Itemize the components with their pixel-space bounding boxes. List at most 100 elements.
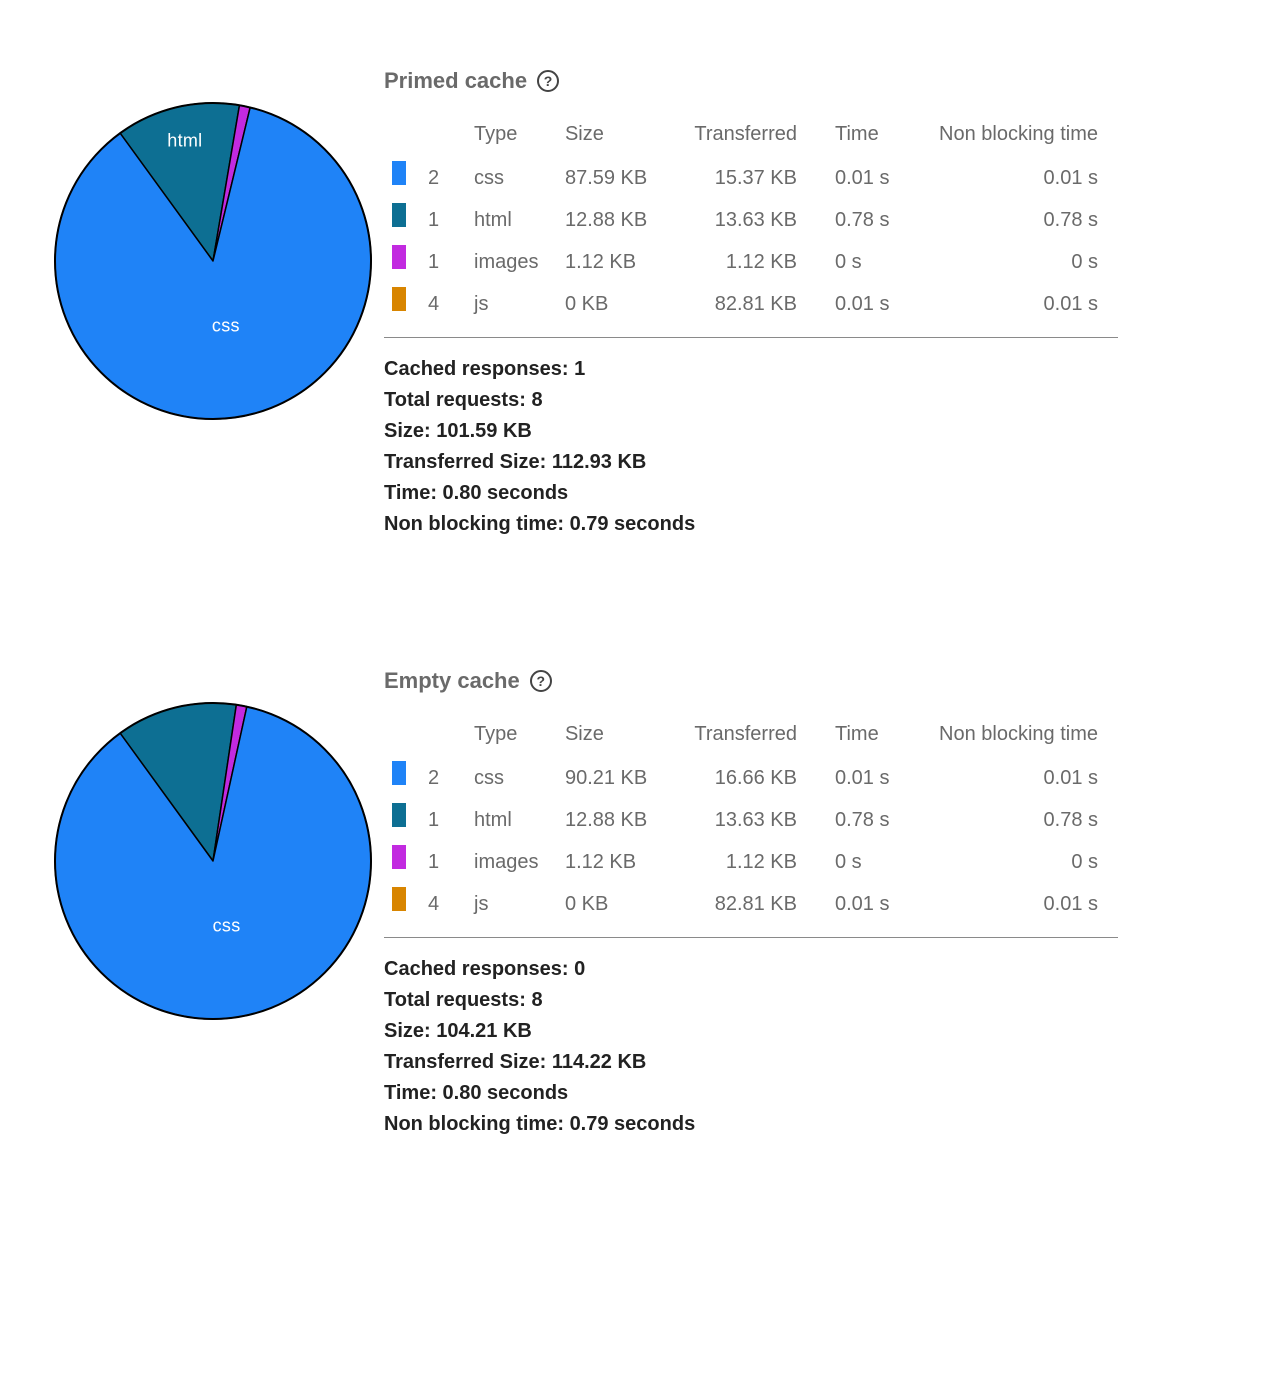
row-nonblock: 0.78 s xyxy=(907,799,1118,841)
help-icon[interactable]: ? xyxy=(537,70,559,92)
divider xyxy=(384,337,1118,338)
row-time: 0.78 s xyxy=(827,199,907,241)
summary-value: 8 xyxy=(531,989,542,1011)
row-count: 4 xyxy=(420,283,466,325)
summary-value: 0.79 seconds xyxy=(570,513,696,535)
row-nonblock: 0.01 s xyxy=(907,283,1118,325)
row-count: 1 xyxy=(420,199,466,241)
row-type: html xyxy=(466,199,557,241)
row-transferred: 13.63 KB xyxy=(668,199,827,241)
summary-transferred: Transferred Size: 112.93 KB xyxy=(384,447,1118,478)
row-type: images xyxy=(466,841,557,883)
row-size: 0 KB xyxy=(557,283,668,325)
row-type: css xyxy=(466,757,557,799)
summary-nonblock: Non blocking time: 0.79 seconds xyxy=(384,1109,1118,1140)
summary-label: Cached responses: xyxy=(384,358,569,380)
row-size: 90.21 KB xyxy=(557,757,668,799)
divider xyxy=(384,937,1118,938)
summary-size: Size: 104.21 KB xyxy=(384,1016,1118,1047)
legend-swatch-js xyxy=(392,287,406,311)
section-body: Empty cache? TypeSizeTransferredTimeNon b… xyxy=(384,660,1118,1140)
legend-swatch-html xyxy=(392,803,406,827)
summary-transferred: Transferred Size: 114.22 KB xyxy=(384,1047,1118,1078)
col-size: Size xyxy=(557,116,668,157)
section-body: Primed cache? TypeSizeTransferredTimeNon … xyxy=(384,60,1118,540)
summary-value: 0 xyxy=(574,958,585,980)
row-transferred: 16.66 KB xyxy=(668,757,827,799)
table-row: 1html12.88 KB13.63 KB0.78 s0.78 s xyxy=(384,799,1118,841)
table-row: 1images1.12 KB1.12 KB0 s0 s xyxy=(384,241,1118,283)
table-row: 2css87.59 KB15.37 KB0.01 s0.01 s xyxy=(384,157,1118,199)
row-size: 0 KB xyxy=(557,883,668,925)
row-count: 4 xyxy=(420,883,466,925)
col-size: Size xyxy=(557,716,668,757)
legend-swatch-css xyxy=(392,161,406,185)
resource-table: TypeSizeTransferredTimeNon blocking time… xyxy=(384,116,1118,325)
legend-swatch-images xyxy=(392,245,406,269)
section-title: Empty cache xyxy=(384,668,520,694)
row-nonblock: 0 s xyxy=(907,241,1118,283)
summary-label: Total requests: xyxy=(384,389,526,411)
summary-value: 1 xyxy=(574,358,585,380)
summary-value: 114.22 KB xyxy=(552,1051,647,1073)
row-time: 0 s xyxy=(827,241,907,283)
table-row: 4js0 KB82.81 KB0.01 s0.01 s xyxy=(384,883,1118,925)
row-nonblock: 0.01 s xyxy=(907,883,1118,925)
summary-cached: Cached responses: 1 xyxy=(384,354,1118,385)
summary: Cached responses: 1Total requests: 8Size… xyxy=(384,354,1118,540)
summary-value: 8 xyxy=(531,389,542,411)
row-count: 2 xyxy=(420,757,466,799)
table-row: 4js0 KB82.81 KB0.01 s0.01 s xyxy=(384,283,1118,325)
row-count: 1 xyxy=(420,841,466,883)
summary-value: 104.21 KB xyxy=(436,1020,532,1042)
summary: Cached responses: 0Total requests: 8Size… xyxy=(384,954,1118,1140)
legend-swatch-css xyxy=(392,761,406,785)
row-time: 0.01 s xyxy=(827,883,907,925)
cache-section: csshtml Primed cache? TypeSizeTransferredT… xyxy=(0,60,1288,540)
summary-label: Size: xyxy=(384,1020,431,1042)
row-nonblock: 0 s xyxy=(907,841,1118,883)
summary-requests: Total requests: 8 xyxy=(384,985,1118,1016)
summary-label: Non blocking time: xyxy=(384,513,564,535)
row-type: css xyxy=(466,157,557,199)
summary-label: Cached responses: xyxy=(384,958,569,980)
row-transferred: 1.12 KB xyxy=(668,241,827,283)
row-count: 1 xyxy=(420,799,466,841)
row-transferred: 1.12 KB xyxy=(668,841,827,883)
resource-table: TypeSizeTransferredTimeNon blocking time… xyxy=(384,716,1118,925)
row-size: 1.12 KB xyxy=(557,241,668,283)
row-time: 0 s xyxy=(827,841,907,883)
row-type: images xyxy=(466,241,557,283)
summary-label: Time: xyxy=(384,482,437,504)
row-time: 0.01 s xyxy=(827,757,907,799)
table-row: 1images1.12 KB1.12 KB0 s0 s xyxy=(384,841,1118,883)
row-time: 0.78 s xyxy=(827,799,907,841)
summary-value: 0.80 seconds xyxy=(443,1082,569,1104)
col-time: Time xyxy=(827,116,907,157)
row-type: js xyxy=(466,283,557,325)
col-type: Type xyxy=(466,716,557,757)
col-nonblock: Non blocking time xyxy=(907,716,1118,757)
section-title: Primed cache xyxy=(384,68,527,94)
summary-size: Size: 101.59 KB xyxy=(384,416,1118,447)
pie-chart: csshtml xyxy=(52,100,374,422)
summary-requests: Total requests: 8 xyxy=(384,385,1118,416)
row-transferred: 13.63 KB xyxy=(668,799,827,841)
help-icon[interactable]: ? xyxy=(530,670,552,692)
table-row: 1html12.88 KB13.63 KB0.78 s0.78 s xyxy=(384,199,1118,241)
summary-time: Time: 0.80 seconds xyxy=(384,478,1118,509)
cache-section: css Empty cache? TypeSizeTransferredTimeNo… xyxy=(0,660,1288,1140)
summary-cached: Cached responses: 0 xyxy=(384,954,1118,985)
summary-value: 112.93 KB xyxy=(552,451,647,473)
table-row: 2css90.21 KB16.66 KB0.01 s0.01 s xyxy=(384,757,1118,799)
row-nonblock: 0.01 s xyxy=(907,157,1118,199)
legend-swatch-html xyxy=(392,203,406,227)
row-nonblock: 0.01 s xyxy=(907,757,1118,799)
col-transferred: Transferred xyxy=(668,116,827,157)
summary-time: Time: 0.80 seconds xyxy=(384,1078,1118,1109)
legend-swatch-js xyxy=(392,887,406,911)
row-transferred: 15.37 KB xyxy=(668,157,827,199)
summary-value: 0.80 seconds xyxy=(443,482,569,504)
row-transferred: 82.81 KB xyxy=(668,883,827,925)
row-count: 1 xyxy=(420,241,466,283)
